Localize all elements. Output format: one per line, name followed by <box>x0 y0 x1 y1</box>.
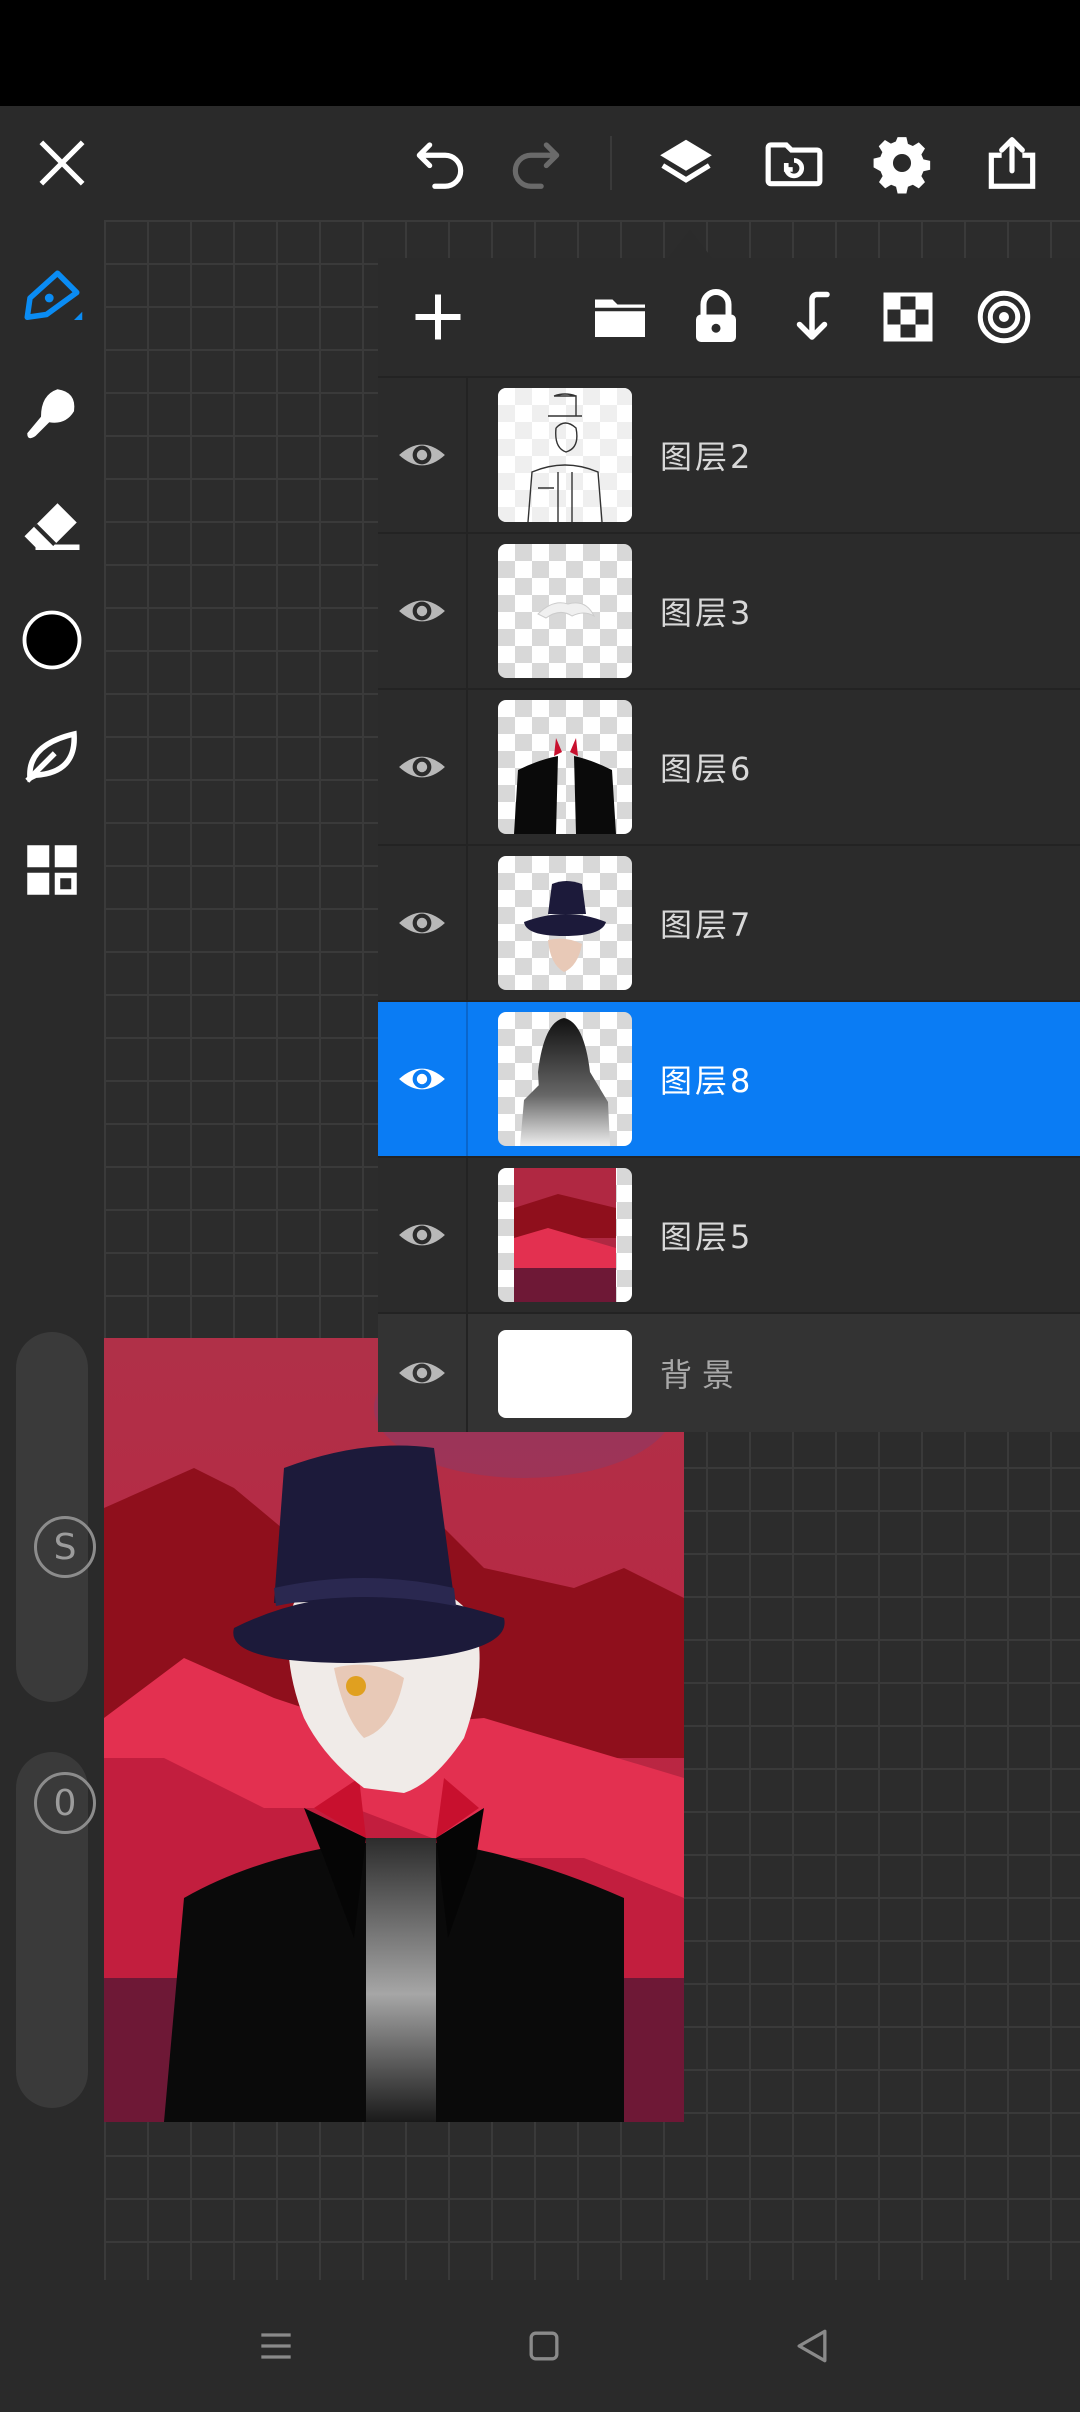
layer-name: 图层5 <box>660 1218 754 1256</box>
layer-row[interactable]: 图层6 <box>378 690 1080 846</box>
layer-visibility-toggle[interactable] <box>378 1314 468 1432</box>
artwork-image <box>104 1338 684 2122</box>
back-button[interactable] <box>772 2306 852 2386</box>
add-icon <box>415 294 461 340</box>
eye-icon <box>399 600 445 622</box>
pen-icon <box>24 270 83 320</box>
layer-visibility-toggle[interactable] <box>378 846 468 1000</box>
size-slider-knob[interactable]: S <box>34 1516 96 1578</box>
layer-name: 图层2 <box>660 438 754 476</box>
opacity-slider-label: 0 <box>53 1782 77 1824</box>
layer-visibility-toggle[interactable] <box>378 1158 468 1312</box>
add-layer-button[interactable] <box>390 258 486 376</box>
eye-icon <box>399 444 445 466</box>
toolbar-divider <box>610 136 612 190</box>
eraser-icon <box>24 503 80 550</box>
layer-visibility-toggle[interactable] <box>378 1002 468 1156</box>
leaf-icon <box>25 730 77 783</box>
transparency-lock-button[interactable] <box>860 258 956 376</box>
folder-icon <box>595 299 645 337</box>
layer-name: 背景 <box>660 1356 745 1394</box>
layer-visibility-toggle[interactable] <box>378 690 468 844</box>
eye-icon <box>399 1224 445 1246</box>
brush-opacity-slider[interactable]: 0 <box>16 1752 96 2108</box>
size-slider-label: S <box>53 1526 77 1568</box>
folder-import-icon <box>765 142 823 187</box>
lock-icon <box>696 289 736 342</box>
pen-tool-button[interactable] <box>0 248 104 348</box>
layer-row[interactable]: 图层2 <box>378 378 1080 534</box>
smudge-tool-button[interactable] <box>0 364 104 464</box>
layers-panel: 图层2 图层3 图层6 图层7 图层8 图层5 背景 <box>378 258 1080 1432</box>
top-toolbar <box>0 106 1080 220</box>
redo-icon <box>512 142 560 189</box>
grid-icon <box>27 845 77 895</box>
eye-icon <box>399 1362 445 1384</box>
gear-icon <box>873 137 931 194</box>
eye-icon <box>399 912 445 934</box>
layers-icon <box>660 139 712 183</box>
undo-button[interactable] <box>390 106 490 220</box>
layer-row-selected[interactable]: 图层8 <box>378 1002 1080 1158</box>
layer-row[interactable]: 图层7 <box>378 846 1080 1002</box>
system-nav-bar <box>0 2280 1080 2412</box>
lock-layer-button[interactable] <box>668 258 764 376</box>
canvas-artwork[interactable] <box>104 1338 684 2122</box>
transparency-icon <box>883 292 933 342</box>
redo-button[interactable] <box>486 106 586 220</box>
layer-name: 图层3 <box>660 594 754 632</box>
layer-row[interactable]: 图层3 <box>378 534 1080 690</box>
settings-button[interactable] <box>852 106 952 220</box>
home-button[interactable] <box>504 2306 584 2386</box>
layer-thumbnail <box>498 700 632 834</box>
layer-thumbnail <box>498 856 632 990</box>
status-bar <box>0 0 1080 106</box>
layer-thumbnail <box>498 388 632 522</box>
blend-icon <box>977 290 1031 344</box>
home-icon <box>529 2331 559 2361</box>
layer-name: 图层8 <box>660 1062 754 1100</box>
close-button[interactable] <box>12 106 112 220</box>
eye-icon <box>399 756 445 778</box>
eraser-tool-button[interactable] <box>0 478 104 578</box>
menu-icon <box>261 2333 291 2359</box>
undo-icon <box>416 142 464 189</box>
layer-thumbnail <box>498 1168 632 1302</box>
back-icon <box>797 2329 827 2363</box>
recents-button[interactable] <box>236 2306 316 2386</box>
color-swatch-button[interactable] <box>0 590 104 690</box>
left-toolbar: S 0 <box>0 220 104 2280</box>
layer-name: 图层7 <box>660 906 754 944</box>
more-tools-button[interactable] <box>0 820 104 920</box>
color-swatch <box>22 610 82 670</box>
close-icon <box>39 140 85 186</box>
export-button[interactable] <box>962 106 1062 220</box>
import-button[interactable] <box>744 106 844 220</box>
merge-down-icon <box>796 291 830 340</box>
layer-visibility-toggle[interactable] <box>378 378 468 532</box>
layer-name: 图层6 <box>660 750 754 788</box>
brush-size-slider[interactable]: S <box>16 1332 96 1702</box>
layer-folder-button[interactable] <box>572 258 668 376</box>
blend-mode-button[interactable] <box>956 258 1052 376</box>
brush-library-button[interactable] <box>0 706 104 806</box>
layers-button[interactable] <box>636 106 736 220</box>
layers-panel-pointer <box>668 230 712 258</box>
share-icon <box>988 137 1036 189</box>
layer-thumbnail <box>498 1330 632 1418</box>
opacity-slider-knob[interactable]: 0 <box>34 1772 96 1834</box>
layer-thumbnail <box>498 1012 632 1146</box>
layer-thumbnail <box>498 544 632 678</box>
merge-down-button[interactable] <box>764 258 860 376</box>
layer-row[interactable]: 图层5 <box>378 1158 1080 1314</box>
eye-icon <box>399 1068 445 1090</box>
layer-visibility-toggle[interactable] <box>378 534 468 688</box>
background-layer-row[interactable]: 背景 <box>378 1314 1080 1432</box>
smudge-icon <box>27 389 75 439</box>
layers-panel-toolbar <box>378 258 1080 378</box>
